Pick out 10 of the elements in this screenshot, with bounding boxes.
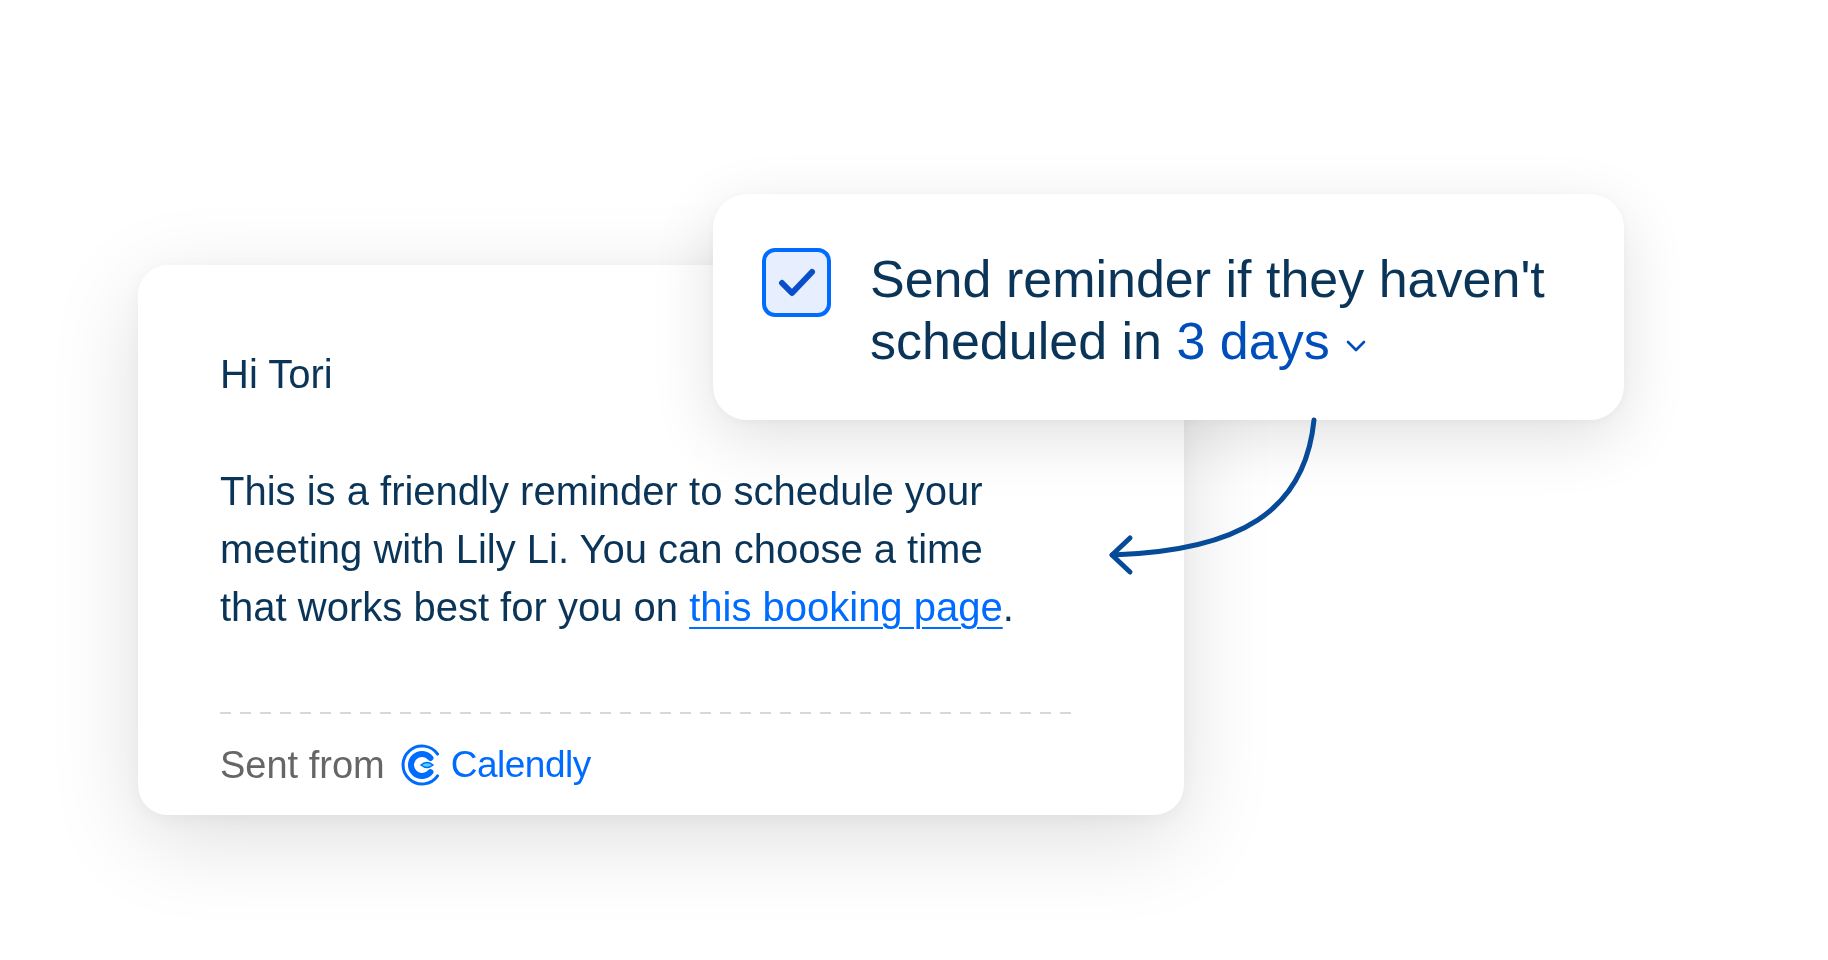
greeting: Hi Tori [220,351,333,398]
checkmark-icon [777,268,816,297]
email-body: This is a friendly reminder to schedule your meeting with Lily Li. You can choose a time that works best for you on this booking page. [220,468,1015,631]
reminder-label: Send reminder if they haven't scheduled in 3 days [870,249,1546,372]
delay-dropdown[interactable]: 3 days [1176,310,1366,372]
booking-link[interactable]: this booking page [689,585,1003,629]
brand-name: Calendly [450,743,591,787]
chevron-down-icon [1345,340,1366,352]
checkbox[interactable] [762,248,831,317]
sent-from-label: Sent from [220,743,385,788]
